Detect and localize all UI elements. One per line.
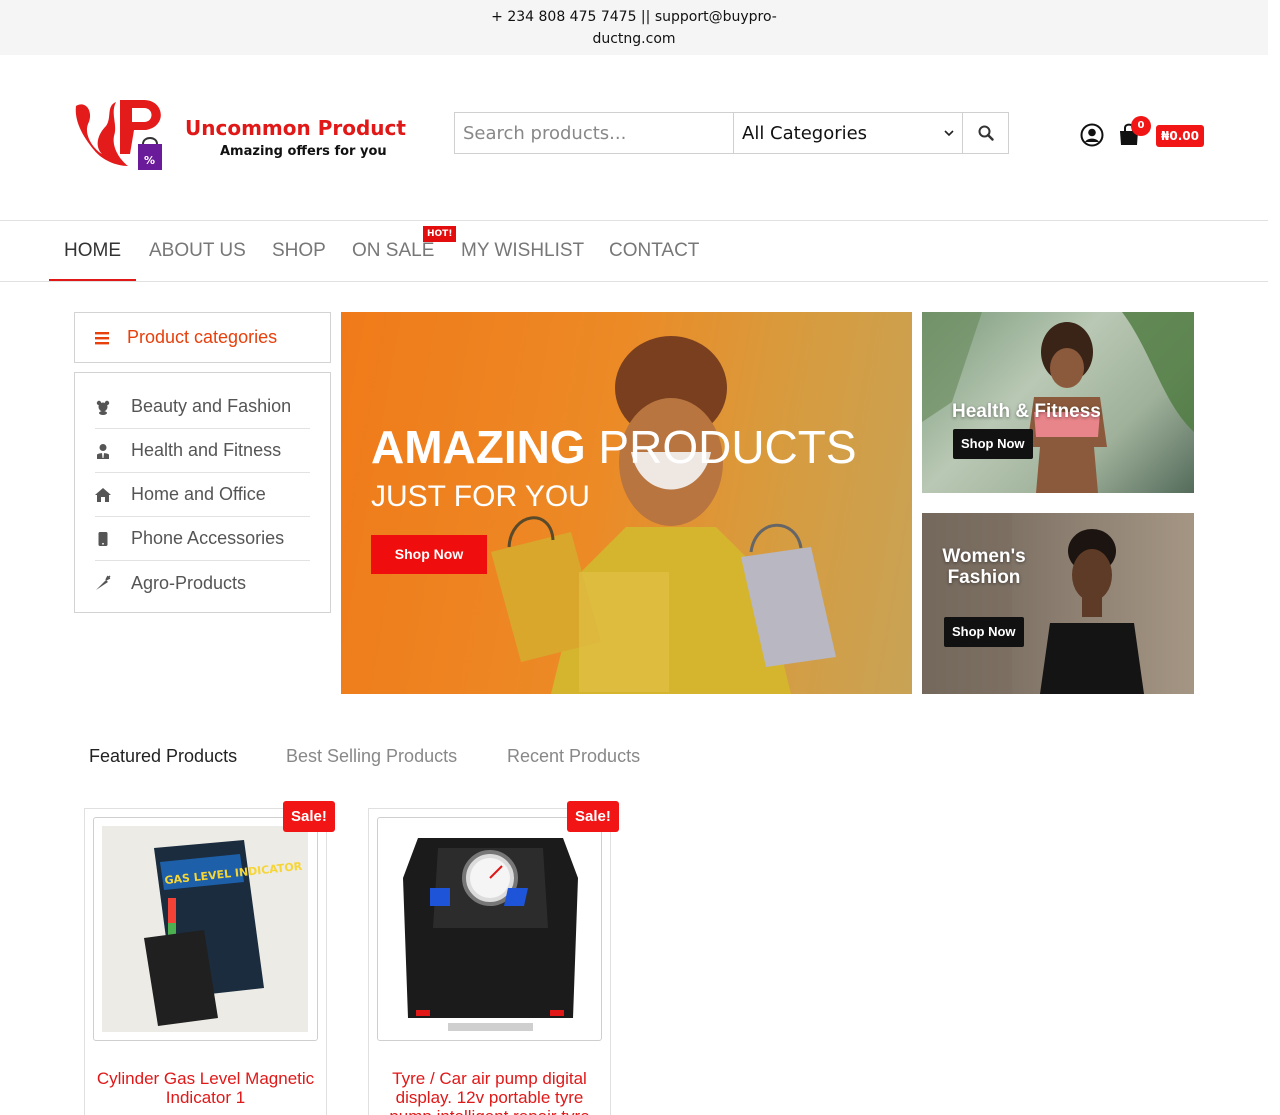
category-list: Beauty and Fashion Health and Fitness Ho…: [74, 372, 331, 613]
product-card[interactable]: Tyre / Car air pump digital display. 12v…: [368, 808, 611, 1115]
category-label: Health and Fitness: [131, 440, 282, 460]
category-label: Phone Accessories: [131, 528, 285, 548]
chevron-down-icon: [944, 130, 954, 137]
user-account-icon[interactable]: [1080, 123, 1104, 147]
nav-shop[interactable]: SHOP: [257, 221, 341, 281]
hero-shop-now-button[interactable]: Shop Now: [371, 535, 487, 574]
search-button[interactable]: [963, 113, 1008, 153]
category-item-home-office[interactable]: Home and Office: [95, 473, 310, 517]
home-icon: [95, 487, 111, 502]
contact-info: + 234 808 475 7475 || support@buypro-duc…: [491, 9, 777, 47]
gas-level-indicator-image: GAS LEVEL INDICATOR: [102, 826, 308, 1032]
category-label: Agro-Products: [131, 572, 247, 593]
product-title[interactable]: Cylinder Gas Level Magnetic Indicator 1: [93, 1069, 318, 1107]
search-bar: All Categories: [454, 112, 1009, 154]
cart-count-badge: 0: [1131, 116, 1151, 136]
tab-recent-products[interactable]: Recent Products: [507, 746, 640, 767]
banner-shop-now-button[interactable]: Shop Now: [944, 617, 1024, 647]
category-select-value: All Categories: [742, 122, 868, 144]
site-logo[interactable]: % Uncommon Product Amazing offers for yo…: [72, 96, 412, 176]
nav-home[interactable]: HOME: [49, 221, 136, 281]
logo-mark-icon: %: [75, 100, 162, 170]
product-image[interactable]: GAS LEVEL INDICATOR: [93, 817, 318, 1041]
nav-about-us[interactable]: ABOUT US: [134, 221, 261, 281]
category-label: Home and Office: [131, 484, 266, 504]
womens-fashion-banner[interactable]: Women's Fashion Shop Now: [922, 513, 1194, 694]
category-item-agro-products[interactable]: Agro-Products: [95, 561, 310, 605]
hero-banner: AMAZING PRODUCTS JUST FOR YOU Shop Now: [341, 312, 912, 694]
mobile-icon: [98, 531, 108, 546]
hot-badge: HOT!: [423, 226, 457, 242]
category-item-phone-accessories[interactable]: Phone Accessories: [95, 517, 310, 561]
carrot-icon: [96, 575, 111, 590]
health-fitness-banner[interactable]: Health & Fitness Shop Now: [922, 312, 1194, 493]
banner-title: Health & Fitness: [952, 401, 1101, 422]
bear-icon: [96, 400, 110, 415]
hero-title-bold: AMAZING: [371, 421, 586, 473]
fashion-woman-illustration: [922, 513, 1144, 694]
category-label: Beauty and Fashion: [131, 396, 292, 416]
cart-total-badge[interactable]: ₦0.00: [1156, 125, 1204, 147]
banner-title: Women's Fashion: [942, 546, 1026, 588]
logo-tagline: Amazing offers for you: [220, 144, 387, 159]
category-item-beauty-fashion[interactable]: Beauty and Fashion: [95, 385, 310, 429]
main-navigation: HOME ABOUT US SHOP ON SALE MY WISHLIST C…: [0, 220, 1268, 282]
sale-badge: Sale!: [567, 801, 619, 832]
product-categories-header[interactable]: Product categories: [74, 312, 331, 363]
logo-title: Uncommon Product: [185, 116, 406, 140]
air-pump-image: [403, 838, 578, 1031]
category-select[interactable]: All Categories: [734, 113, 963, 153]
nav-contact[interactable]: CONTACT: [594, 221, 714, 281]
search-icon: [978, 125, 994, 141]
search-input[interactable]: [455, 113, 734, 153]
hero-title: AMAZING PRODUCTS: [371, 420, 857, 474]
sale-badge: Sale!: [283, 801, 335, 832]
product-categories-title: Product categories: [127, 327, 278, 347]
top-contact-bar: + 234 808 475 7475 || support@buypro-duc…: [0, 0, 1268, 55]
banner-shop-now-button[interactable]: Shop Now: [953, 429, 1033, 459]
hero-title-light: PRODUCTS: [598, 421, 857, 473]
hamburger-menu-icon: [95, 331, 109, 344]
tab-best-selling-products[interactable]: Best Selling Products: [286, 746, 457, 767]
product-title[interactable]: Tyre / Car air pump digital display. 12v…: [377, 1069, 602, 1115]
hero-subtitle: JUST FOR YOU: [371, 480, 590, 513]
category-item-health-fitness[interactable]: Health and Fitness: [95, 429, 310, 473]
product-image[interactable]: [377, 817, 602, 1041]
nav-my-wishlist[interactable]: MY WISHLIST: [446, 221, 599, 281]
svg-text:%: %: [144, 154, 155, 167]
product-card[interactable]: GAS LEVEL INDICATOR Cylinder Gas Level M…: [84, 808, 327, 1115]
tab-featured-products[interactable]: Featured Products: [89, 746, 237, 767]
user-tie-icon: [97, 443, 109, 459]
